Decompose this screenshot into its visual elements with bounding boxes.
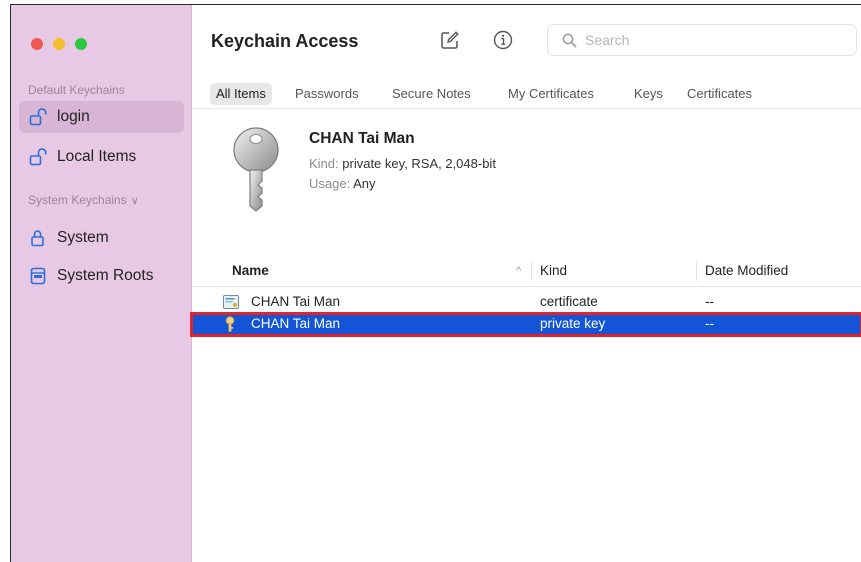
- row-name: CHAN Tai Man: [251, 294, 341, 309]
- unlock-icon: [29, 148, 51, 166]
- search-input[interactable]: [583, 31, 827, 49]
- unlock-icon: [29, 108, 51, 126]
- row-kind: certificate: [540, 294, 598, 309]
- certificate-icon: [223, 295, 239, 312]
- info-icon: [493, 30, 513, 50]
- item-usage: Usage: Any: [309, 176, 376, 191]
- column-kind-header[interactable]: Kind: [540, 263, 567, 278]
- column-divider[interactable]: [696, 261, 697, 281]
- sidebar-item-label: System: [57, 229, 109, 246]
- tab-certificates[interactable]: Certificates: [681, 83, 758, 105]
- new-item-button[interactable]: [437, 27, 463, 53]
- tab-passwords[interactable]: Passwords: [289, 83, 365, 105]
- column-divider[interactable]: [531, 261, 532, 281]
- compose-icon: [441, 31, 459, 49]
- table-header: Name ^ Kind Date Modified: [192, 255, 861, 287]
- tab-keys[interactable]: Keys: [628, 83, 669, 105]
- row-name: CHAN Tai Man: [251, 316, 341, 331]
- sidebar-item-label: login: [57, 108, 90, 125]
- search-field[interactable]: [547, 24, 857, 56]
- minimize-window-button[interactable]: [53, 38, 65, 50]
- sidebar-item-label: Local Items: [57, 148, 137, 165]
- column-date-modified-header[interactable]: Date Modified: [705, 263, 788, 278]
- window-controls: [31, 38, 87, 50]
- kind-label: Kind:: [309, 156, 339, 171]
- window-title: Keychain Access: [211, 31, 359, 51]
- item-preview: CHAN Tai Man Kind: private key, RSA, 2,0…: [192, 109, 861, 249]
- get-info-button[interactable]: [490, 27, 516, 53]
- sidebar-item-system[interactable]: System: [19, 222, 184, 254]
- key-icon: [233, 127, 279, 212]
- toolbar: Keychain Access: [192, 5, 861, 81]
- sidebar-item-login[interactable]: login: [19, 101, 184, 133]
- table-row[interactable]: CHAN Tai Man certificate --: [192, 292, 861, 313]
- category-tabs: All Items Passwords Secure Notes My Cert…: [192, 81, 861, 109]
- item-kind: Kind: private key, RSA, 2,048-bit: [309, 156, 496, 171]
- sidebar-item-label: System Roots: [57, 267, 154, 284]
- key-icon: [225, 316, 235, 335]
- row-date: --: [705, 316, 714, 331]
- search-icon: [562, 33, 577, 47]
- sidebar: Default Keychains login Local Items Syst…: [11, 5, 192, 562]
- lock-icon: [29, 229, 51, 247]
- keychain-window: Default Keychains login Local Items Syst…: [10, 4, 861, 562]
- zoom-window-button[interactable]: [75, 38, 87, 50]
- table-row-selected[interactable]: CHAN Tai Man private key --: [190, 312, 861, 337]
- sort-ascending-icon: ^: [516, 265, 522, 277]
- kind-value: private key, RSA, 2,048-bit: [342, 156, 496, 171]
- close-window-button[interactable]: [31, 38, 43, 50]
- default-keychains-header: Default Keychains: [28, 83, 125, 97]
- row-kind: private key: [540, 316, 606, 331]
- item-name: CHAN Tai Man: [309, 130, 415, 147]
- usage-label: Usage:: [309, 176, 351, 191]
- chevron-down-icon: ∨: [130, 194, 139, 207]
- usage-value: Any: [353, 176, 376, 191]
- tab-secure-notes[interactable]: Secure Notes: [386, 83, 477, 105]
- row-date: --: [705, 294, 714, 309]
- system-keychains-header[interactable]: System Keychains ∨: [28, 193, 139, 207]
- cabinet-icon: [29, 267, 51, 285]
- tab-my-certificates[interactable]: My Certificates: [502, 83, 600, 105]
- column-name-header[interactable]: Name: [232, 263, 269, 278]
- system-keychains-label: System Keychains: [28, 193, 127, 207]
- tab-all-items[interactable]: All Items: [210, 83, 272, 105]
- sidebar-item-system-roots[interactable]: System Roots: [19, 260, 184, 292]
- sidebar-item-local-items[interactable]: Local Items: [19, 141, 184, 173]
